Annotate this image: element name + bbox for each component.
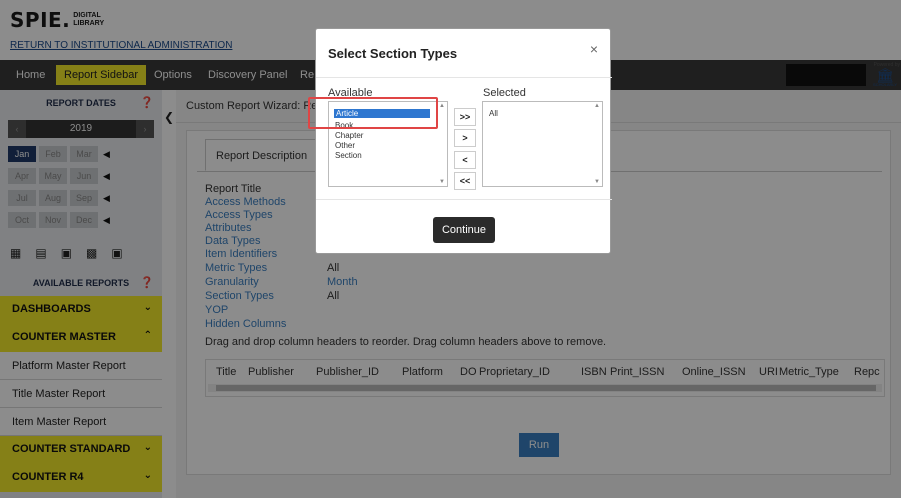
selected-label: Selected — [483, 87, 526, 99]
selected-listbox[interactable]: All ▲ ▼ — [482, 101, 603, 187]
highlight-annotation-box — [308, 97, 438, 129]
divider — [316, 77, 612, 78]
close-icon[interactable]: × — [590, 41, 598, 57]
list-item-other[interactable]: Other — [335, 141, 355, 150]
scroll-up-icon[interactable]: ▲ — [593, 103, 601, 109]
list-item-all[interactable]: All — [489, 109, 498, 118]
vertical-scrollbar[interactable]: ▲ ▼ — [438, 103, 446, 185]
scroll-down-icon[interactable]: ▼ — [438, 179, 446, 185]
continue-button[interactable]: Continue — [433, 217, 495, 243]
move-right-button[interactable]: > — [454, 129, 476, 147]
move-left-button[interactable]: < — [454, 151, 476, 169]
move-all-right-button[interactable]: >> — [454, 108, 476, 126]
list-item-chapter[interactable]: Chapter — [335, 131, 363, 140]
divider — [316, 199, 612, 200]
scroll-up-icon[interactable]: ▲ — [438, 103, 446, 109]
list-item-section[interactable]: Section — [335, 151, 362, 160]
modal-title: Select Section Types — [328, 46, 458, 61]
select-section-types-modal: Select Section Types × Available Selecte… — [315, 28, 612, 254]
vertical-scrollbar[interactable]: ▲ ▼ — [593, 103, 601, 185]
move-all-left-button[interactable]: << — [454, 172, 476, 190]
scroll-down-icon[interactable]: ▼ — [593, 179, 601, 185]
